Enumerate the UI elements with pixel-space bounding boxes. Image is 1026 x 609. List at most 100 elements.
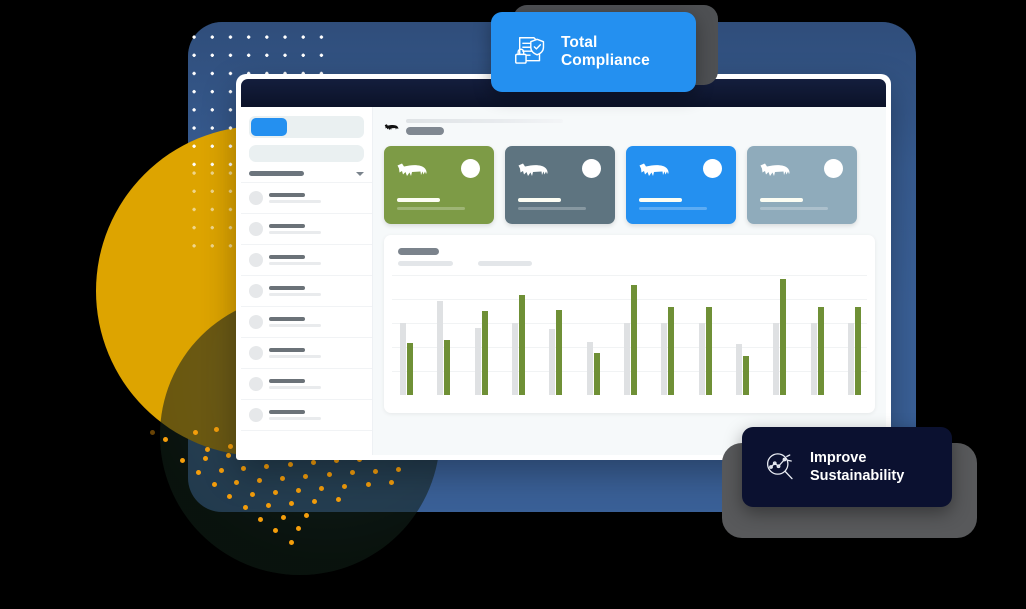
document-shield-check-lock-icon: [515, 37, 545, 64]
bar-group-13: [847, 307, 861, 395]
bar-current-8: [668, 307, 675, 395]
stat-card-3[interactable]: [626, 146, 736, 224]
card-sub-placeholder: [397, 207, 465, 210]
sidebar-item-list: [241, 182, 372, 430]
sidebar-item-3[interactable]: [241, 244, 372, 275]
sidebar-item-2[interactable]: [241, 213, 372, 244]
sidebar-item-6[interactable]: [241, 337, 372, 368]
badge-label: Improve Sustainability: [810, 449, 904, 485]
bar-baseline-6: [586, 342, 593, 395]
cow-icon: [518, 163, 548, 176]
sidebar-item-sub-placeholder: [269, 199, 321, 203]
card-value-placeholder: [397, 198, 440, 202]
bar-current-2: [444, 340, 451, 395]
bar-baseline-10: [735, 344, 742, 395]
sidebar-item-title-placeholder: [269, 348, 305, 352]
chart-card: [384, 235, 875, 413]
bar-current-1: [407, 343, 413, 395]
sidebar-item-sub-placeholder: [269, 323, 321, 327]
cow-icon: [384, 123, 399, 130]
sidebar-item-sub-placeholder: [269, 416, 321, 420]
bar-group-1: [400, 323, 413, 395]
main-header-placeholder: [406, 119, 563, 135]
decor-dot: [150, 430, 155, 435]
bar-baseline-13: [847, 323, 854, 395]
bar-group-7: [623, 285, 637, 395]
sidebar-item-5[interactable]: [241, 306, 372, 337]
stat-card-4[interactable]: [747, 146, 857, 224]
avatar: [249, 315, 263, 329]
bar-current-5: [556, 310, 563, 395]
bar-baseline-1: [400, 323, 406, 395]
avatar: [249, 253, 263, 267]
sidebar-item-label: [269, 410, 364, 420]
status-dot: [824, 159, 843, 178]
stat-card-2[interactable]: [505, 146, 615, 224]
sidebar-item-1[interactable]: [241, 182, 372, 213]
sidebar-item-title-placeholder: [269, 224, 305, 228]
sidebar-item-title-placeholder: [269, 317, 305, 321]
illustration-stage: Total Compliance Improve Sustainability: [0, 0, 1026, 609]
bar-baseline-4: [511, 323, 518, 395]
sidebar-item-label: [269, 317, 364, 327]
stat-card-1[interactable]: [384, 146, 494, 224]
sidebar-item-4[interactable]: [241, 275, 372, 306]
dashboard-window: [236, 74, 891, 460]
bar-baseline-3: [474, 328, 481, 395]
badge-label-line-2: Sustainability: [810, 468, 905, 484]
bar-group-9: [698, 307, 712, 395]
main-header-line-1: [406, 119, 563, 123]
stat-card-row: [382, 146, 879, 224]
sidebar-list-end: [241, 430, 372, 451]
badge-improve-sustainability[interactable]: Improve Sustainability: [742, 427, 952, 507]
bar-group-6: [586, 342, 600, 395]
bar-baseline-12: [810, 323, 817, 395]
status-dot: [461, 159, 480, 178]
sidebar-item-label: [269, 286, 364, 296]
sidebar-tab-group[interactable]: [249, 116, 364, 138]
main-content: [373, 107, 886, 455]
bar-baseline-7: [623, 323, 630, 395]
card-value-placeholder: [760, 198, 803, 202]
bar-group-12: [810, 307, 824, 395]
bar-group-10: [735, 344, 749, 395]
sidebar-filter-dropdown[interactable]: [249, 171, 364, 176]
chart-legend-item-1: [398, 261, 453, 266]
sidebar-item-label: [269, 193, 364, 203]
avatar: [249, 408, 263, 422]
sidebar-item-7[interactable]: [241, 368, 372, 399]
chart-plot-area: [400, 279, 861, 395]
search-input[interactable]: [249, 145, 364, 162]
sidebar-item-label: [269, 224, 364, 234]
bar-current-6: [593, 353, 600, 395]
badge-label-line-2: Compliance: [561, 52, 650, 69]
sidebar-tab-active[interactable]: [251, 118, 287, 136]
bar-current-13: [854, 307, 861, 395]
badge-total-compliance[interactable]: Total Compliance: [491, 12, 696, 92]
bar-current-11: [780, 279, 787, 395]
bar-current-3: [481, 311, 488, 395]
sidebar-filter-label: [249, 171, 304, 176]
sidebar: [241, 107, 373, 455]
avatar: [249, 222, 263, 236]
bar-current-12: [817, 307, 824, 395]
sidebar-item-sub-placeholder: [269, 354, 321, 358]
magnifier-analytics-icon: [766, 453, 793, 480]
bar-baseline-2: [437, 301, 444, 395]
bar-current-10: [742, 356, 749, 395]
sidebar-item-label: [269, 255, 364, 265]
sidebar-item-sub-placeholder: [269, 230, 321, 234]
cow-icon: [639, 163, 669, 176]
bar-group-11: [773, 279, 787, 395]
bar-group-8: [661, 307, 675, 395]
bar-baseline-11: [773, 323, 780, 395]
dashboard-window-inner: [241, 79, 886, 455]
bar-baseline-5: [549, 329, 556, 395]
card-sub-placeholder: [760, 207, 828, 210]
card-value-placeholder: [518, 198, 561, 202]
sidebar-item-8[interactable]: [241, 399, 372, 430]
chart-gridline: [392, 275, 867, 276]
chevron-down-icon: [356, 171, 364, 176]
bar-baseline-8: [661, 323, 668, 395]
avatar: [249, 191, 263, 205]
